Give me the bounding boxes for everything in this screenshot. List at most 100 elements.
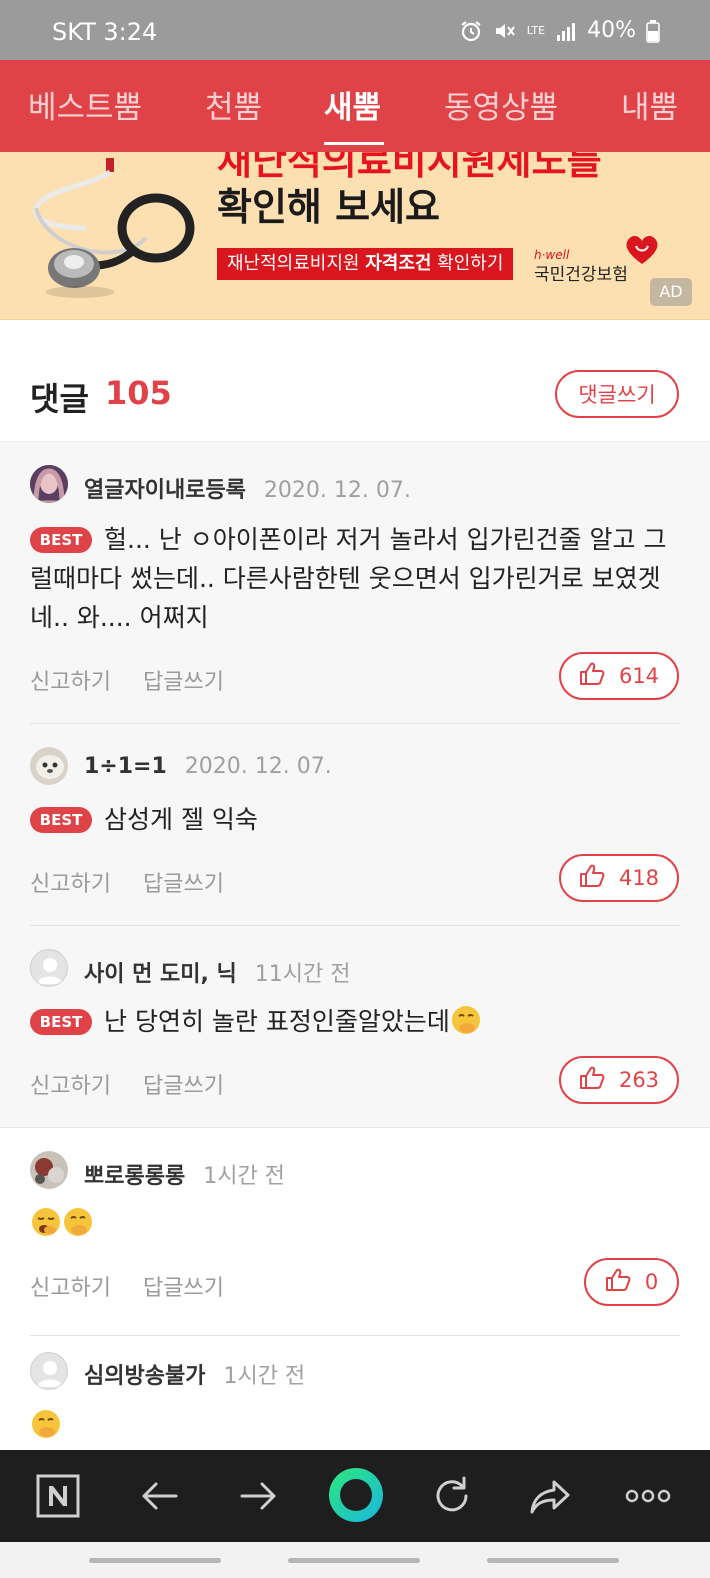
comment-text: 헐... 난 ㅇ아이폰이라 저거 놀라서 입가린건줄 알고 그럴때마다 썼는데.… xyxy=(30,525,667,632)
comments-header: 댓글 105 댓글쓰기 xyxy=(0,320,710,442)
mute-icon xyxy=(493,19,517,43)
comment-body: BEST 난 당연히 놀란 표정인줄알았는데 xyxy=(30,1002,680,1047)
comment-date: 1시간 전 xyxy=(223,1364,306,1389)
tab-mine[interactable]: 내뿜 xyxy=(621,82,678,127)
comment-body xyxy=(30,1204,680,1249)
ad-badge: AD xyxy=(650,278,692,306)
write-comment-button[interactable]: 댓글쓰기 xyxy=(555,370,679,418)
best-badge: BEST xyxy=(30,807,92,833)
avatar[interactable] xyxy=(30,465,68,503)
thumbs-up-icon xyxy=(579,662,605,691)
thumbs-up-icon xyxy=(579,864,605,893)
comment-item: 심의방송불가 1시간 전 xyxy=(0,1336,710,1450)
ad-cta-button[interactable]: 재난적의료비지원 자격조건 확인하기 xyxy=(217,248,514,280)
comments-title: 댓글 xyxy=(30,380,89,418)
share-icon[interactable] xyxy=(528,1474,572,1522)
reply-button[interactable]: 답글쓰기 xyxy=(143,664,224,696)
recents-pill[interactable] xyxy=(89,1558,221,1563)
thumbs-up-icon xyxy=(579,1066,605,1095)
comment-body: BEST 헐... 난 ㅇ아이폰이라 저거 놀라서 입가린건줄 알고 그럴때마다 … xyxy=(30,520,680,637)
tab-video[interactable]: 동영상뿜 xyxy=(444,82,558,127)
browser-bottom-nav xyxy=(0,1450,710,1542)
comment-text: 삼성게 젤 익숙 xyxy=(104,805,258,834)
like-button[interactable]: 263 xyxy=(559,1056,679,1104)
tab-new[interactable]: 새뿜 xyxy=(324,82,381,127)
comment-body: BEST 삼성게 젤 익숙 xyxy=(30,800,680,839)
category-tabbar: 베스트뿜 천뿜 새뿜 동영상뿜 내뿜 xyxy=(0,60,710,152)
nickname-text[interactable]: 1÷1=1 xyxy=(84,754,167,779)
battery-icon xyxy=(646,19,660,43)
yawning-emoji-icon xyxy=(30,1206,62,1249)
nickname-text[interactable]: 심의방송불가 xyxy=(84,1364,205,1389)
comment-date: 1시간 전 xyxy=(203,1164,285,1189)
active-tab-indicator xyxy=(324,142,384,145)
best-badge: BEST xyxy=(30,1009,92,1035)
tab-cheon[interactable]: 천뿜 xyxy=(205,82,262,127)
comment-item: 뽀로롱롱롱 1시간 전 신고하기 답글쓰기 0 xyxy=(0,1128,710,1336)
tab-best[interactable]: 베스트뿜 xyxy=(28,82,142,127)
comment-item: 열글자이내로등록 2020. 12. 07. BEST 헐... 난 ㅇ아이폰이라 … xyxy=(0,442,710,724)
naver-n-icon[interactable] xyxy=(36,1474,80,1522)
stethoscope-icon xyxy=(26,158,206,312)
comment-nickname[interactable]: 심의방송불가 1시간 전 xyxy=(84,1358,305,1390)
comment-text: 난 당연히 놀란 표정인줄알았는데 xyxy=(104,1007,450,1036)
home-pill[interactable] xyxy=(288,1558,420,1563)
back-arrow-icon[interactable] xyxy=(138,1474,182,1522)
carrier-time: SKT 3:24 xyxy=(52,18,158,46)
ad-cta-prefix: 재난적의료비지원 xyxy=(227,253,366,274)
report-button[interactable]: 신고하기 xyxy=(30,1068,111,1100)
ad-cta-suffix: 확인하기 xyxy=(431,253,504,274)
heart-logo-icon xyxy=(624,234,660,270)
ad-headline: 확인해 보세요 xyxy=(217,185,440,229)
comments-count: 105 xyxy=(105,374,172,412)
signal-icon xyxy=(555,20,577,42)
forward-arrow-icon[interactable] xyxy=(236,1474,280,1522)
like-count: 418 xyxy=(618,866,660,890)
reload-icon[interactable] xyxy=(430,1474,474,1522)
reply-button[interactable]: 답글쓰기 xyxy=(143,1068,224,1100)
alarm-icon xyxy=(459,19,483,43)
ad-brand: 국민건강보험 xyxy=(534,265,628,285)
green-dot-icon[interactable] xyxy=(327,1466,385,1528)
hand-over-mouth-emoji-icon xyxy=(30,1408,62,1451)
hand-over-mouth-emoji-icon xyxy=(62,1206,94,1249)
thumbs-up-icon xyxy=(605,1268,631,1297)
like-button[interactable]: 0 xyxy=(584,1258,679,1306)
report-button[interactable]: 신고하기 xyxy=(30,1270,111,1302)
report-button[interactable]: 신고하기 xyxy=(30,866,111,898)
report-button[interactable]: 신고하기 xyxy=(30,664,111,696)
lte-icon: LTE xyxy=(526,24,546,37)
like-button[interactable]: 418 xyxy=(559,854,679,902)
nickname-text[interactable]: 뽀로롱롱롱 xyxy=(84,1164,185,1189)
comment-item: 사이 먼 도미, 닉 11시간 전 BEST 난 당연히 놀란 표정인줄알았는데 신… xyxy=(0,926,710,1128)
comment-item: 1÷1=1 2020. 12. 07. BEST 삼성게 젤 익숙 신고하기 답글쓰… xyxy=(0,724,710,926)
avatar[interactable] xyxy=(30,949,68,987)
nickname-text[interactable]: 열글자이내로등록 xyxy=(84,478,246,503)
avatar[interactable] xyxy=(30,747,68,785)
like-count: 263 xyxy=(618,1068,660,1092)
comment-body xyxy=(30,1406,680,1451)
status-bar: SKT 3:24 LTE 40% xyxy=(0,0,710,60)
comment-date: 2020. 12. 07. xyxy=(263,478,411,503)
comment-nickname[interactable]: 1÷1=1 2020. 12. 07. xyxy=(84,754,332,779)
comment-date: 11시간 전 xyxy=(254,962,351,987)
best-badge: BEST xyxy=(30,527,92,553)
more-icon[interactable] xyxy=(624,1474,672,1522)
battery-percent: 40% xyxy=(587,18,636,43)
status-icons: LTE 40% xyxy=(459,18,660,43)
ad-banner[interactable]: 재난적의료비지원제도를 확인해 보세요 재난적의료비지원 자격조건 확인하기 h… xyxy=(0,152,710,320)
avatar[interactable] xyxy=(30,1352,68,1390)
back-pill[interactable] xyxy=(487,1558,619,1563)
comment-nickname[interactable]: 뽀로롱롱롱 1시간 전 xyxy=(84,1158,285,1190)
nickname-text[interactable]: 사이 먼 도미, 닉 xyxy=(84,962,237,987)
comment-nickname[interactable]: 열글자이내로등록 2020. 12. 07. xyxy=(84,472,411,504)
reply-button[interactable]: 답글쓰기 xyxy=(143,1270,224,1302)
like-button[interactable]: 614 xyxy=(559,652,679,700)
avatar[interactable] xyxy=(30,1151,68,1189)
like-count: 0 xyxy=(644,1270,659,1294)
reply-button[interactable]: 답글쓰기 xyxy=(143,866,224,898)
comment-nickname[interactable]: 사이 먼 도미, 닉 11시간 전 xyxy=(84,956,351,988)
ad-cta-bold: 자격조건 xyxy=(365,253,432,274)
system-gesture-bar xyxy=(0,1542,710,1578)
like-count: 614 xyxy=(618,664,660,688)
